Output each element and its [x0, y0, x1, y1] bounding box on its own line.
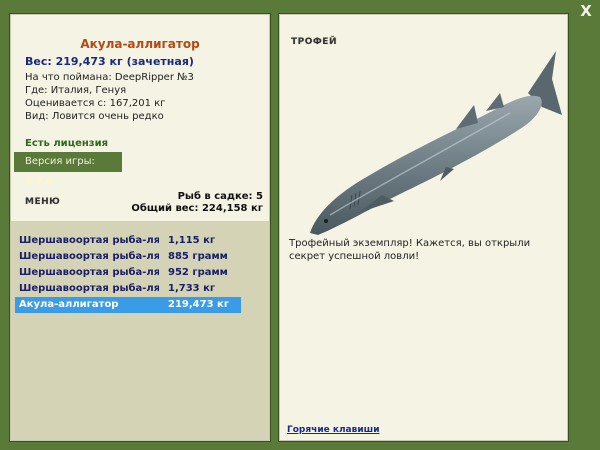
trophy-description: Трофейный экземпляр! Кажется, вы открыли…: [289, 238, 531, 262]
shark-icon: [310, 51, 562, 235]
catch-list-item[interactable]: Шершавоортая рыба-ля... 952 грамм: [15, 265, 241, 281]
fish-rarity: Вид: Ловится очень редко: [25, 111, 164, 122]
menu-button[interactable]: МЕНЮ: [25, 197, 60, 207]
catch-name: Шершавоортая рыба-ля...: [19, 267, 159, 278]
version-badge: Версия игры: 3.7.6: [14, 152, 122, 187]
catch-list-item[interactable]: Акула-аллигатор 219,473 кг: [15, 297, 241, 313]
trophy-panel: ТРОФЕЙ Трофейный экземпляр! Кажется, вы …: [278, 13, 569, 442]
catch-name: Шершавоортая рыба-ля...: [19, 283, 159, 294]
fish-valued-from: Оценивается с: 167,201 кг: [25, 98, 166, 109]
hotkeys-link[interactable]: Горячие клавиши: [287, 425, 380, 435]
catch-list: Шершавоортая рыба-ля... 1,115 кг Шершаво…: [11, 221, 269, 440]
cage-total-weight: Общий вес: 224,158 кг: [131, 203, 263, 214]
license-status: Есть лицензия: [25, 138, 109, 149]
fish-info-panel: Акула-аллигатор Вес: 219,473 кг (зачетна…: [9, 13, 271, 442]
cage-count: Рыб в садке: 5: [177, 191, 263, 202]
fish-location: Где: Италия, Генуя: [25, 85, 127, 96]
catch-name: Шершавоортая рыба-ля...: [19, 235, 159, 246]
version-label: Версия игры:: [25, 156, 95, 167]
catch-list-item[interactable]: Шершавоортая рыба-ля... 1,115 кг: [15, 233, 241, 249]
cage-stats: Рыб в садке: 5 Общий вес: 224,158 кг: [131, 191, 263, 215]
catch-list-item[interactable]: Шершавоортая рыба-ля... 885 грамм: [15, 249, 241, 265]
catch-weight: 1,115 кг: [168, 235, 216, 246]
version-value: 3.7.6: [25, 176, 54, 187]
fish-name: Акула-аллигатор: [80, 37, 200, 51]
catch-weight: 952 грамм: [168, 267, 228, 278]
close-button[interactable]: X: [578, 2, 594, 20]
catch-weight: 1,733 кг: [168, 283, 216, 294]
catch-weight: 885 грамм: [168, 251, 228, 262]
fish-bait: На что поймана: DeepRipper №3: [25, 72, 194, 83]
catch-list-item[interactable]: Шершавоортая рыба-ля... 1,733 кг: [15, 281, 241, 297]
catch-name: Акула-аллигатор: [19, 299, 119, 310]
catch-name: Шершавоортая рыба-ля...: [19, 251, 159, 262]
fish-weight: Вес: 219,473 кг (зачетная): [25, 55, 194, 68]
catch-weight: 219,473 кг: [168, 299, 230, 310]
